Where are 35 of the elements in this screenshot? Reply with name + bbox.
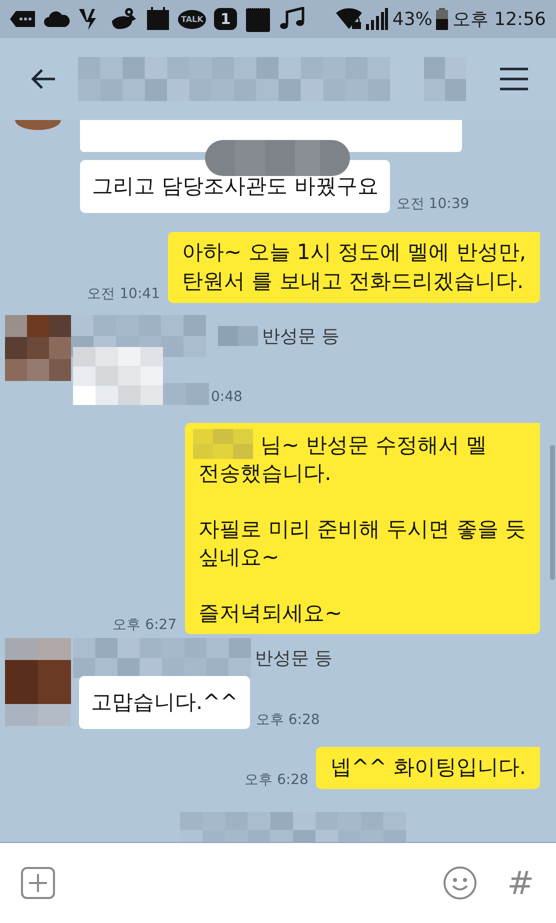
redaction-mosaic [424, 57, 466, 101]
sender-name: 반성문 등 [262, 325, 340, 348]
wifi-icon [336, 8, 362, 30]
timestamp: 오전 10:39 [396, 195, 470, 213]
battery-icon [436, 8, 448, 30]
hashtag-button[interactable]: # [507, 864, 534, 902]
sender-name: 반성문 등 [255, 647, 333, 670]
menu-icon[interactable] [500, 67, 528, 91]
redaction-mosaic [192, 429, 253, 459]
timestamp: 오후 6:27 [112, 616, 177, 634]
talk-icon: TALK [178, 10, 206, 28]
cloud-icon [44, 10, 70, 28]
signal-icon [366, 8, 388, 30]
redaction-mosaic [218, 326, 258, 346]
more-icon [10, 10, 36, 28]
timestamp: 오후 6:28 [256, 711, 320, 729]
calendar-icon [146, 7, 170, 31]
redaction-mosaic [163, 383, 209, 405]
battery-percent: 43% [392, 8, 432, 30]
back-arrow-icon[interactable] [30, 68, 56, 90]
number-badge-icon: 1 [214, 8, 237, 30]
clock: 오후 12:56 [452, 8, 546, 31]
music-note-icon [278, 7, 305, 31]
message-bubble: 넵^^ 화이팅입니다. [316, 747, 540, 789]
message-bubble: 고맙습니다.^^ [79, 676, 250, 729]
timestamp: 오전 10:41 [87, 285, 160, 303]
notepad-icon [244, 6, 271, 32]
bird-icon [110, 7, 138, 31]
smiley-icon[interactable] [443, 866, 478, 900]
timestamp: 오후 6:28 [244, 771, 308, 789]
scrollbar[interactable] [550, 445, 555, 580]
timestamp: 0:48 [211, 389, 242, 405]
message-bubble: 아하~ 오늘 1시 정도에 멜에 반성만, 탄원서 를 보내고 전화드리겠습니다. [168, 232, 540, 303]
message-bubble: 님~ 반성문 수정해서 멜 전송했습니다. 자필로 미리 준비해 두시면 좋을 듯 싶네요~ 즐저녁되세요~ [184, 423, 540, 634]
plus-icon[interactable] [21, 867, 55, 899]
